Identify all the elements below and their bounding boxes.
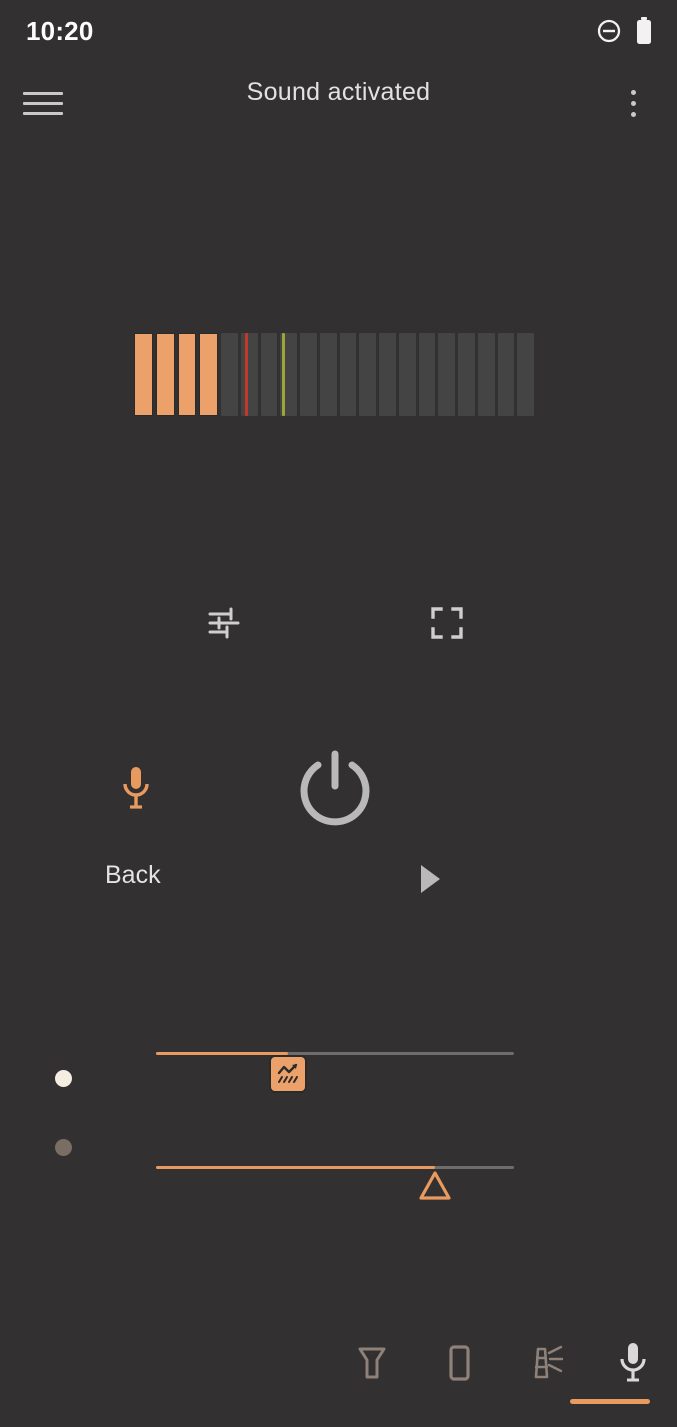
meter-bar <box>319 333 337 416</box>
meter-bar <box>438 333 455 416</box>
meter-bar <box>134 333 153 416</box>
app-bar: Sound activated <box>0 62 677 144</box>
sensitivity-state-dot <box>55 1070 72 1087</box>
power-button[interactable] <box>288 743 382 837</box>
nav-microphone[interactable] <box>590 1326 677 1400</box>
threshold-slider-track[interactable] <box>156 1166 514 1200</box>
mid-icon-row <box>0 596 677 652</box>
do-not-disturb-icon <box>597 19 621 43</box>
bottom-navigation <box>328 1326 677 1400</box>
page-title: Sound activated <box>246 78 431 106</box>
level-meter <box>134 333 534 416</box>
status-bar-icons <box>596 17 653 45</box>
back-button[interactable]: Back <box>105 861 161 890</box>
status-bar: 10:20 <box>0 0 677 62</box>
meter-bar <box>177 333 197 416</box>
meter-bar <box>477 333 495 416</box>
meter-bar <box>260 333 278 416</box>
microphone-icon[interactable] <box>110 758 162 818</box>
menu-line <box>23 111 63 115</box>
meter-bar <box>199 333 218 416</box>
nav-screen[interactable] <box>415 1326 502 1400</box>
status-clock: 10:20 <box>26 15 94 46</box>
meter-bar <box>497 333 515 416</box>
meter-bar <box>300 333 317 416</box>
overflow-menu-icon[interactable] <box>613 80 653 126</box>
threshold-slider-thumb[interactable] <box>415 1167 455 1205</box>
nav-flashlight[interactable] <box>328 1326 415 1400</box>
meter-bar <box>379 333 396 416</box>
threshold-marker-green <box>282 333 285 416</box>
meter-bar <box>240 333 258 416</box>
sensitivity-slider-track[interactable] <box>156 1052 514 1093</box>
meter-bar <box>155 333 175 416</box>
fullscreen-icon[interactable] <box>420 596 474 650</box>
play-next-icon[interactable] <box>408 858 452 900</box>
meter-bar <box>517 333 534 416</box>
sensitivity-slider-row <box>0 1025 677 1093</box>
overflow-dot <box>630 111 636 117</box>
battery-icon <box>637 17 651 44</box>
threshold-state-dot <box>55 1139 72 1156</box>
threshold-marker-red <box>245 333 248 416</box>
threshold-slider-row <box>0 1139 677 1202</box>
active-tab-indicator <box>570 1399 650 1404</box>
nav-beacon[interactable] <box>503 1326 590 1400</box>
threshold-slider-fill <box>156 1166 436 1169</box>
meter-bar <box>359 333 376 416</box>
sensitivity-slider-thumb[interactable] <box>269 1055 308 1093</box>
meter-bar <box>418 333 436 416</box>
meter-bar <box>339 333 357 416</box>
meter-bar <box>458 333 475 416</box>
meter-bar <box>398 333 416 416</box>
app-root: 10:20 Sound activated Back <box>0 0 677 1427</box>
sensitivity-slider-fill <box>156 1052 289 1055</box>
meter-bar <box>221 333 238 416</box>
tune-icon[interactable] <box>198 596 252 650</box>
overflow-dot <box>630 89 636 95</box>
overflow-dot <box>630 100 636 106</box>
